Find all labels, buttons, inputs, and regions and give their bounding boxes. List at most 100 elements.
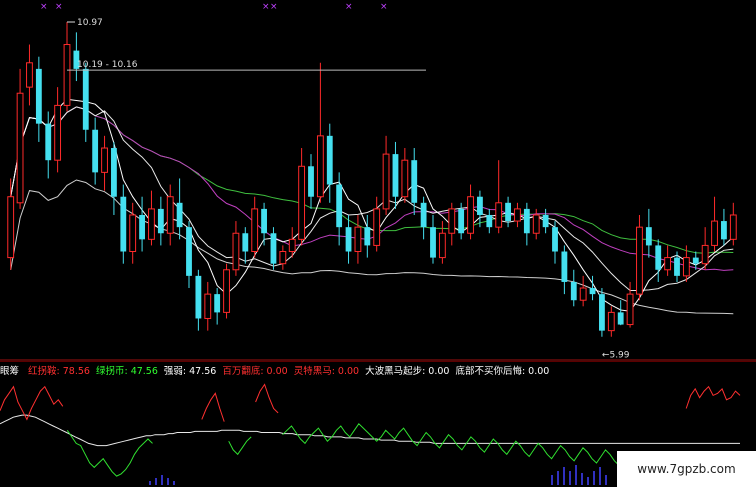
candle	[63, 22, 71, 112]
candle-body	[166, 196, 174, 234]
candle	[157, 196, 164, 246]
candle	[7, 178, 15, 270]
range-label: 10.19 - 10.16	[77, 60, 138, 70]
candle	[166, 184, 174, 246]
red-line	[201, 392, 225, 422]
candle	[430, 214, 436, 264]
candle-body	[664, 257, 672, 271]
candle	[26, 44, 33, 106]
green-line	[228, 436, 252, 456]
candle	[505, 196, 511, 228]
candle-body	[486, 214, 493, 228]
candle-body	[645, 227, 652, 246]
candle-body	[542, 214, 549, 228]
candle-body	[204, 293, 212, 319]
low-label: ←5.99	[602, 351, 630, 361]
candle-body	[674, 257, 680, 276]
candle-body	[589, 288, 596, 295]
candle-body	[599, 294, 605, 331]
candle-body	[438, 232, 446, 259]
high-label: 10.97	[77, 18, 103, 28]
moving-average-lines	[10, 98, 734, 315]
ma-long-line	[10, 179, 734, 315]
candle-body	[54, 104, 62, 161]
grid-lines	[0, 359, 756, 362]
candle	[148, 190, 155, 246]
candle	[120, 184, 127, 264]
candle	[701, 227, 709, 270]
candle	[139, 196, 145, 252]
signal-marker: ×	[345, 2, 353, 12]
legend-item: 大波黑马起步: 0.00	[365, 366, 450, 377]
candle	[345, 214, 352, 264]
candle	[242, 227, 249, 264]
candle-body	[607, 311, 615, 332]
candle-body	[120, 196, 127, 252]
candle	[514, 202, 521, 228]
candle	[316, 62, 324, 203]
candle	[401, 148, 409, 203]
candle	[599, 288, 605, 337]
signal-marker: ×	[55, 2, 63, 12]
candle-body	[298, 165, 306, 240]
candle-body	[308, 166, 314, 197]
candle-body	[326, 135, 333, 185]
candle	[523, 202, 530, 246]
candle-body	[111, 148, 117, 197]
legend-item: 灵特黑马: 0.00	[293, 366, 360, 377]
candle-body	[16, 92, 24, 204]
candle	[45, 111, 52, 179]
candle-body	[354, 226, 362, 253]
candle-body	[176, 202, 183, 228]
candle	[392, 141, 399, 209]
candle-body	[148, 208, 155, 240]
indicator-legend: 眼筹 红拐鞍: 78.56 绿拐币: 47.56 强弱: 47.56 百万翻底: 0.…	[0, 363, 555, 377]
candle	[232, 221, 240, 276]
candle	[54, 87, 62, 173]
watermark-text: www.7gpzb.com	[637, 462, 736, 476]
candle-body	[420, 202, 427, 228]
candle	[655, 239, 662, 282]
candle-body	[411, 160, 418, 203]
candle-body	[692, 257, 699, 264]
candle	[382, 135, 390, 215]
candle	[552, 221, 558, 264]
candle-body	[157, 208, 164, 234]
candle	[336, 172, 343, 246]
candle	[92, 117, 99, 185]
candle-body	[101, 147, 108, 173]
candle-body	[570, 281, 577, 301]
candle	[223, 263, 230, 319]
candle-body	[195, 275, 202, 319]
candle-body	[139, 214, 145, 240]
candle-body	[26, 62, 33, 88]
candle	[607, 306, 615, 337]
candle	[617, 300, 624, 326]
candle-body	[336, 184, 343, 228]
candle-body	[655, 245, 662, 270]
candle	[326, 123, 333, 203]
candle-body	[561, 251, 568, 282]
candle	[477, 190, 483, 228]
candle	[251, 196, 259, 258]
candle-body	[701, 244, 709, 265]
red-line	[0, 385, 64, 421]
candle-body	[579, 287, 587, 301]
signal-marker: ×	[262, 2, 270, 12]
candle-body	[467, 196, 474, 234]
candle-body	[288, 238, 296, 253]
stock-chart: 10.97 10.19 - 10.16 ←5.99 × × × × × × 眼筹 红拐鞍: 78…	[0, 0, 756, 487]
candle-body	[636, 226, 643, 295]
candle	[308, 154, 314, 209]
candle-body	[392, 154, 399, 197]
candle-body	[448, 208, 456, 234]
candle	[420, 196, 427, 240]
candle-body	[430, 227, 436, 258]
candle	[645, 208, 652, 258]
candle-body	[514, 208, 521, 222]
legend-item: 百万翻底: 0.00	[222, 366, 288, 377]
ma30-line	[10, 106, 734, 254]
candle	[636, 214, 643, 301]
candle	[73, 32, 80, 82]
chart-canvas: 10.9710.19 - 10.16←5.99× × × × × ×	[0, 2, 756, 485]
